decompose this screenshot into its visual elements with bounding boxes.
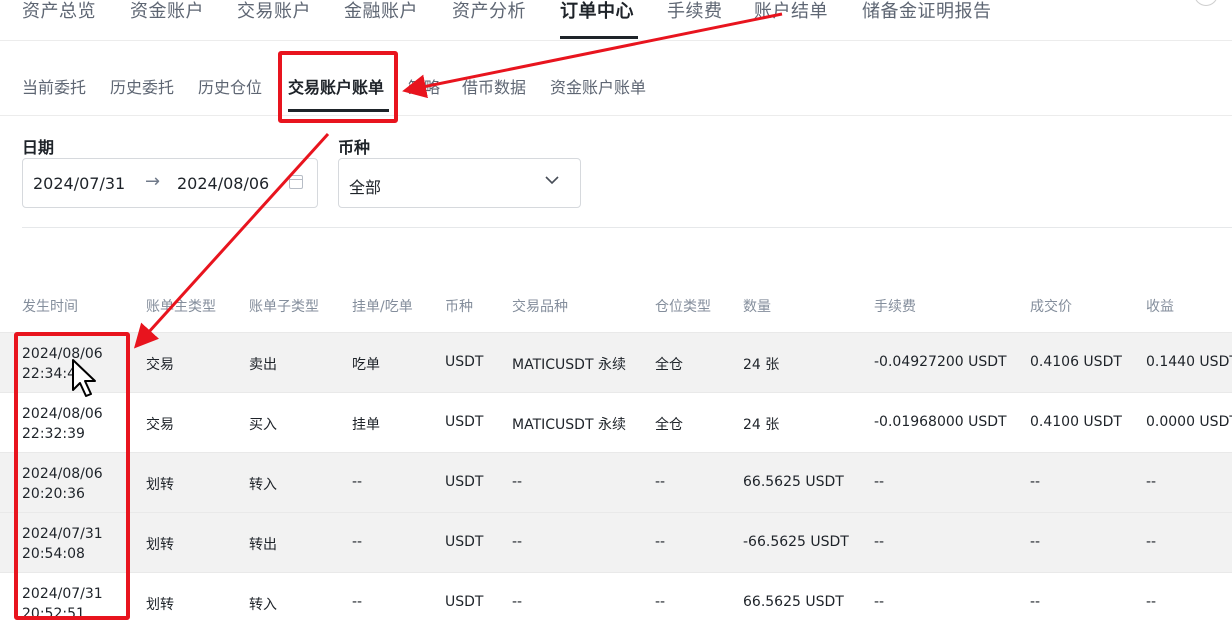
col-maker-taker: 挂单/吃单 (352, 299, 413, 315)
cell-fee: -- (874, 594, 885, 610)
currency-select[interactable]: 全部 (338, 158, 581, 208)
date-filter-label: 日期 (22, 138, 55, 157)
cell-instrument: MATICUSDT 永续 (512, 357, 626, 373)
cell-instrument: -- (512, 534, 523, 550)
cell-position-type: -- (655, 594, 666, 610)
col-sub-type: 账单子类型 (249, 299, 319, 315)
table-row[interactable]: 2024/07/31 20:52:51 划转 转入 -- USDT -- -- 6… (0, 572, 1232, 622)
nav-item-reserve-proof[interactable]: 储备金证明报告 (862, 0, 992, 25)
cell-amount: 66.5625 USDT (743, 594, 844, 610)
cell-instrument: -- (512, 474, 523, 490)
cell-fee: -- (874, 534, 885, 550)
cell-price: 0.4100 USDT (1030, 414, 1122, 430)
nav-item-financial-account[interactable]: 金融账户 (344, 0, 418, 25)
nav-item-funding-account[interactable]: 资金账户 (130, 0, 204, 25)
cell-currency: USDT (445, 354, 484, 370)
table-header: 发生时间 账单主类型 账单子类型 挂单/吃单 币种 交易品种 仓位类型 数量 手… (0, 290, 1232, 320)
cell-pnl: 0.1440 USDT (1146, 354, 1232, 370)
cell-pnl: -- (1146, 474, 1157, 490)
cell-maker-taker: 挂单 (352, 417, 380, 433)
help-icon[interactable] (1194, 0, 1218, 6)
cell-position-type: -- (655, 534, 666, 550)
cell-main-type: 划转 (146, 537, 174, 553)
col-fee: 手续费 (874, 299, 916, 315)
nav-item-fees[interactable]: 手续费 (667, 0, 723, 25)
cell-main-type: 交易 (146, 357, 174, 373)
cell-currency: USDT (445, 534, 484, 550)
table-row[interactable]: 2024/07/31 20:54:08 划转 转出 -- USDT -- -- -… (0, 512, 1232, 572)
col-main-type: 账单主类型 (146, 299, 216, 315)
nav-item-account-statement[interactable]: 账户结单 (754, 0, 828, 25)
nav-item-asset-overview[interactable]: 资产总览 (22, 0, 96, 25)
cell-amount: 66.5625 USDT (743, 474, 844, 490)
date-range-picker[interactable]: 2024/07/31 → 2024/08/06 (22, 158, 318, 208)
table-row[interactable]: 2024/08/06 22:34:4 交易 卖出 吃单 USDT MATICUSD… (0, 332, 1232, 392)
cell-main-type: 交易 (146, 417, 174, 433)
filter-divider (22, 227, 1232, 228)
cell-currency: USDT (445, 474, 484, 490)
tab-borrow-data[interactable]: 借币数据 (462, 74, 526, 98)
cell-pnl: 0.0000 USDT (1146, 414, 1232, 430)
annotation-box-tab (278, 51, 398, 123)
cell-fee: -- (874, 474, 885, 490)
table-row[interactable]: 2024/08/06 22:32:39 交易 买入 挂单 USDT MATICUS… (0, 392, 1232, 452)
cell-fee: -0.04927200 USDT (874, 354, 1007, 370)
cell-instrument: MATICUSDT 永续 (512, 417, 626, 433)
col-position-type: 仓位类型 (655, 299, 711, 315)
cell-position-type: 全仓 (655, 357, 683, 373)
cell-currency: USDT (445, 414, 484, 430)
arrow-right-icon: → (145, 171, 161, 192)
tab-strategy[interactable]: 策略 (408, 74, 440, 98)
col-currency: 币种 (445, 299, 473, 315)
cell-maker-taker: 吃单 (352, 357, 380, 373)
col-time: 发生时间 (22, 299, 78, 315)
cell-maker-taker: -- (352, 474, 363, 490)
cell-fee: -0.01968000 USDT (874, 414, 1007, 430)
cell-position-type: -- (655, 474, 666, 490)
annotation-box-time-column (14, 332, 130, 620)
sub-tabs: 当前委托 历史委托 历史仓位 交易账户账单 策略 借币数据 资金账户账单 (0, 60, 1232, 116)
top-nav: 资产总览 资金账户 交易账户 金融账户 资产分析 订单中心 手续费 账户结单 储… (0, 0, 1232, 41)
cell-price: -- (1030, 474, 1041, 490)
cell-maker-taker: -- (352, 534, 363, 550)
cell-sub-type: 转入 (249, 477, 277, 493)
col-instrument: 交易品种 (512, 299, 568, 315)
col-amount: 数量 (743, 299, 771, 315)
cell-sub-type: 卖出 (249, 357, 277, 373)
tab-funding-account-bills[interactable]: 资金账户账单 (550, 74, 646, 98)
cell-main-type: 划转 (146, 597, 174, 613)
cell-sub-type: 转出 (249, 537, 277, 553)
nav-item-order-center[interactable]: 订单中心 (560, 0, 634, 25)
cell-main-type: 划转 (146, 477, 174, 493)
chevron-down-icon (545, 176, 559, 185)
cell-amount: -66.5625 USDT (743, 534, 849, 550)
table-row[interactable]: 2024/08/06 20:20:36 划转 转入 -- USDT -- -- 6… (0, 452, 1232, 512)
nav-item-trading-account[interactable]: 交易账户 (237, 0, 311, 25)
cell-sub-type: 买入 (249, 417, 277, 433)
date-to-input[interactable]: 2024/08/06 (177, 174, 269, 193)
cell-sub-type: 转入 (249, 597, 277, 613)
nav-item-asset-analysis[interactable]: 资产分析 (452, 0, 526, 25)
nav-active-indicator (560, 36, 638, 39)
cell-pnl: -- (1146, 594, 1157, 610)
currency-select-value: 全部 (349, 178, 382, 197)
tab-position-history[interactable]: 历史仓位 (198, 74, 262, 98)
cell-instrument: -- (512, 594, 523, 610)
cell-maker-taker: -- (352, 594, 363, 610)
cell-position-type: 全仓 (655, 417, 683, 433)
cell-price: -- (1030, 534, 1041, 550)
currency-filter-label: 币种 (338, 138, 371, 157)
cell-currency: USDT (445, 594, 484, 610)
date-from-input[interactable]: 2024/07/31 (33, 174, 125, 193)
cell-pnl: -- (1146, 534, 1157, 550)
cell-price: -- (1030, 594, 1041, 610)
cell-price: 0.4106 USDT (1030, 354, 1122, 370)
col-price: 成交价 (1030, 299, 1072, 315)
cell-amount: 24 张 (743, 357, 780, 373)
col-pnl: 收益 (1146, 299, 1174, 315)
calendar-icon[interactable] (289, 175, 303, 189)
tab-open-orders[interactable]: 当前委托 (22, 74, 86, 98)
cell-amount: 24 张 (743, 417, 780, 433)
tab-order-history[interactable]: 历史委托 (110, 74, 174, 98)
